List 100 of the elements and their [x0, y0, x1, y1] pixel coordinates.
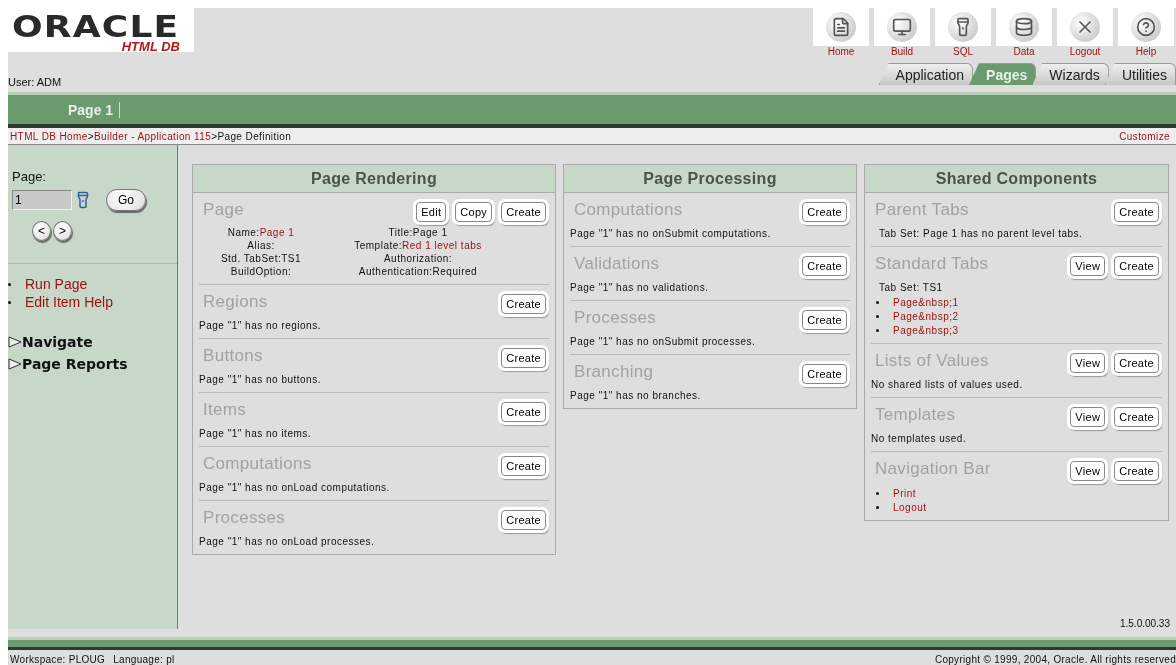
section-title: Items	[202, 399, 247, 420]
field-text: Title:Page 1	[388, 227, 448, 238]
breadcrumb-text: >	[87, 130, 95, 142]
sidebar-link[interactable]: Run Page	[25, 276, 88, 292]
copyright-text: Copyright © 1999, 2004, Oracle. All rights reserved	[934, 654, 1176, 665]
section-title: Processes	[573, 307, 657, 328]
section-title: Branching	[573, 361, 654, 382]
bullet-icon	[876, 506, 879, 509]
section-text: No templates used.	[871, 432, 968, 444]
section-title: Validations	[573, 253, 660, 274]
field-text: Alias:	[247, 240, 275, 251]
section-text: Page "1" has no branches.	[570, 389, 702, 401]
section-text: Tab Set: TS1	[878, 281, 944, 293]
action-button[interactable]: Create	[501, 456, 546, 476]
action-button[interactable]: Create	[1114, 202, 1159, 222]
bullet-icon	[8, 282, 11, 286]
action-button[interactable]: Create	[501, 510, 546, 530]
field-text: Std. TabSet:TS1	[220, 253, 302, 264]
action-button[interactable]: Create	[802, 202, 847, 222]
breadcrumb-link[interactable]: Builder - Application 115	[94, 130, 212, 142]
action-button[interactable]: View	[1070, 256, 1106, 276]
section-title: Computations	[573, 199, 683, 220]
panel-title: Page Rendering	[193, 165, 555, 193]
bullet-icon	[876, 315, 879, 318]
tab[interactable]: Wizards	[1032, 63, 1109, 85]
bullet-icon	[8, 300, 11, 304]
action-button[interactable]: View	[1070, 461, 1106, 481]
section-link[interactable]: Page&nbsp;1	[893, 297, 959, 308]
section-title: Parent Tabs	[874, 199, 969, 220]
breadcrumb-text: >Page Definition	[211, 130, 292, 142]
section-title: Regions	[202, 291, 268, 312]
action-button[interactable]: Create	[501, 348, 546, 368]
section-link[interactable]: Logout	[893, 502, 927, 513]
sidebar-section[interactable]: Navigate	[8, 334, 177, 350]
action-button[interactable]: Create	[1114, 353, 1159, 373]
action-button[interactable]: Create	[1114, 461, 1159, 481]
action-button[interactable]: Create	[501, 202, 546, 222]
section-title: Standard Tabs	[874, 253, 989, 274]
section-text: Page "1" has no regions.	[199, 319, 322, 331]
go-button[interactable]: Go	[106, 189, 146, 211]
section-title: Computations	[202, 453, 312, 474]
page-field[interactable]: 1	[12, 190, 72, 210]
action-button[interactable]: Create	[501, 294, 546, 314]
section-link[interactable]: Print	[893, 488, 917, 499]
bullet-icon	[876, 492, 879, 495]
user-label: User: ADM	[8, 76, 63, 88]
section-title: Templates	[874, 404, 956, 425]
section-text: Page "1" has no validations.	[570, 281, 710, 293]
sidebar-link[interactable]: Edit Item Help	[25, 294, 113, 310]
section-text: No shared lists of values used.	[871, 378, 1024, 390]
panel-title: Page Processing	[564, 165, 856, 193]
action-button[interactable]: View	[1070, 353, 1106, 373]
section-title: Processes	[202, 507, 286, 528]
bullet-icon	[876, 329, 879, 332]
triangle-icon	[8, 336, 22, 348]
action-button[interactable]: Edit	[416, 202, 447, 222]
section-title: Navigation Bar	[874, 458, 991, 479]
field-text: BuildOption:	[230, 266, 292, 277]
monitor-icon	[892, 17, 912, 37]
breadcrumb-link[interactable]: HTML DB Home	[10, 130, 88, 142]
field-text: Authentication:Required	[358, 266, 478, 277]
section-link[interactable]: Page&nbsp;3	[893, 325, 959, 336]
section-text: Page "1" has no onLoad processes.	[199, 535, 376, 547]
action-button[interactable]: Create	[802, 310, 847, 330]
tab[interactable]: Application	[878, 63, 974, 85]
page-label: Page:	[12, 169, 46, 184]
action-button[interactable]: View	[1070, 407, 1106, 427]
section-text: Page "1" has no buttons.	[199, 373, 322, 385]
section-title: Buttons	[202, 345, 263, 366]
customize-link[interactable]: Customize	[1119, 130, 1170, 142]
action-button[interactable]: Create	[501, 402, 546, 422]
sidebar-section[interactable]: Page Reports	[8, 356, 177, 372]
section-text: Page "1" has no onLoad computations.	[199, 481, 391, 493]
tab[interactable]: Utilities	[1104, 63, 1176, 85]
triangle-icon	[8, 358, 22, 370]
action-button[interactable]: Copy	[455, 202, 493, 222]
section-text: Tab Set: Page 1 has no parent level tabs.	[878, 227, 1084, 239]
bullet-icon	[876, 301, 879, 304]
version-text: 1.5.0.00.33	[1119, 618, 1171, 631]
next-button[interactable]: >	[53, 221, 73, 241]
action-button[interactable]: Create	[802, 364, 847, 384]
section-title: Page	[202, 199, 244, 220]
panel-title: Shared Components	[865, 165, 1168, 193]
field-text: Template:Red 1 level tabs	[354, 240, 482, 251]
section-text: Page "1" has no onSubmit computations.	[570, 227, 772, 239]
action-button[interactable]: Create	[1114, 256, 1159, 276]
section-text: Page "1" has no items.	[199, 427, 313, 439]
section-text: Page "1" has no onSubmit processes.	[570, 335, 757, 347]
field-text: Name:Page 1	[227, 227, 295, 238]
database-icon	[1014, 17, 1034, 37]
language-text: Language: pl	[113, 654, 175, 665]
action-button[interactable]: Create	[1114, 407, 1159, 427]
previous-button[interactable]: <	[32, 221, 51, 241]
action-button[interactable]: Create	[802, 256, 847, 276]
section-title: Lists of Values	[874, 350, 989, 371]
document-icon	[831, 17, 851, 37]
section-link[interactable]: Page&nbsp;2	[893, 311, 959, 322]
help-icon	[1136, 17, 1156, 37]
logo: ORACLE HTML DB	[8, 8, 194, 52]
workspace-text: Workspace: PLOUG	[10, 654, 106, 665]
